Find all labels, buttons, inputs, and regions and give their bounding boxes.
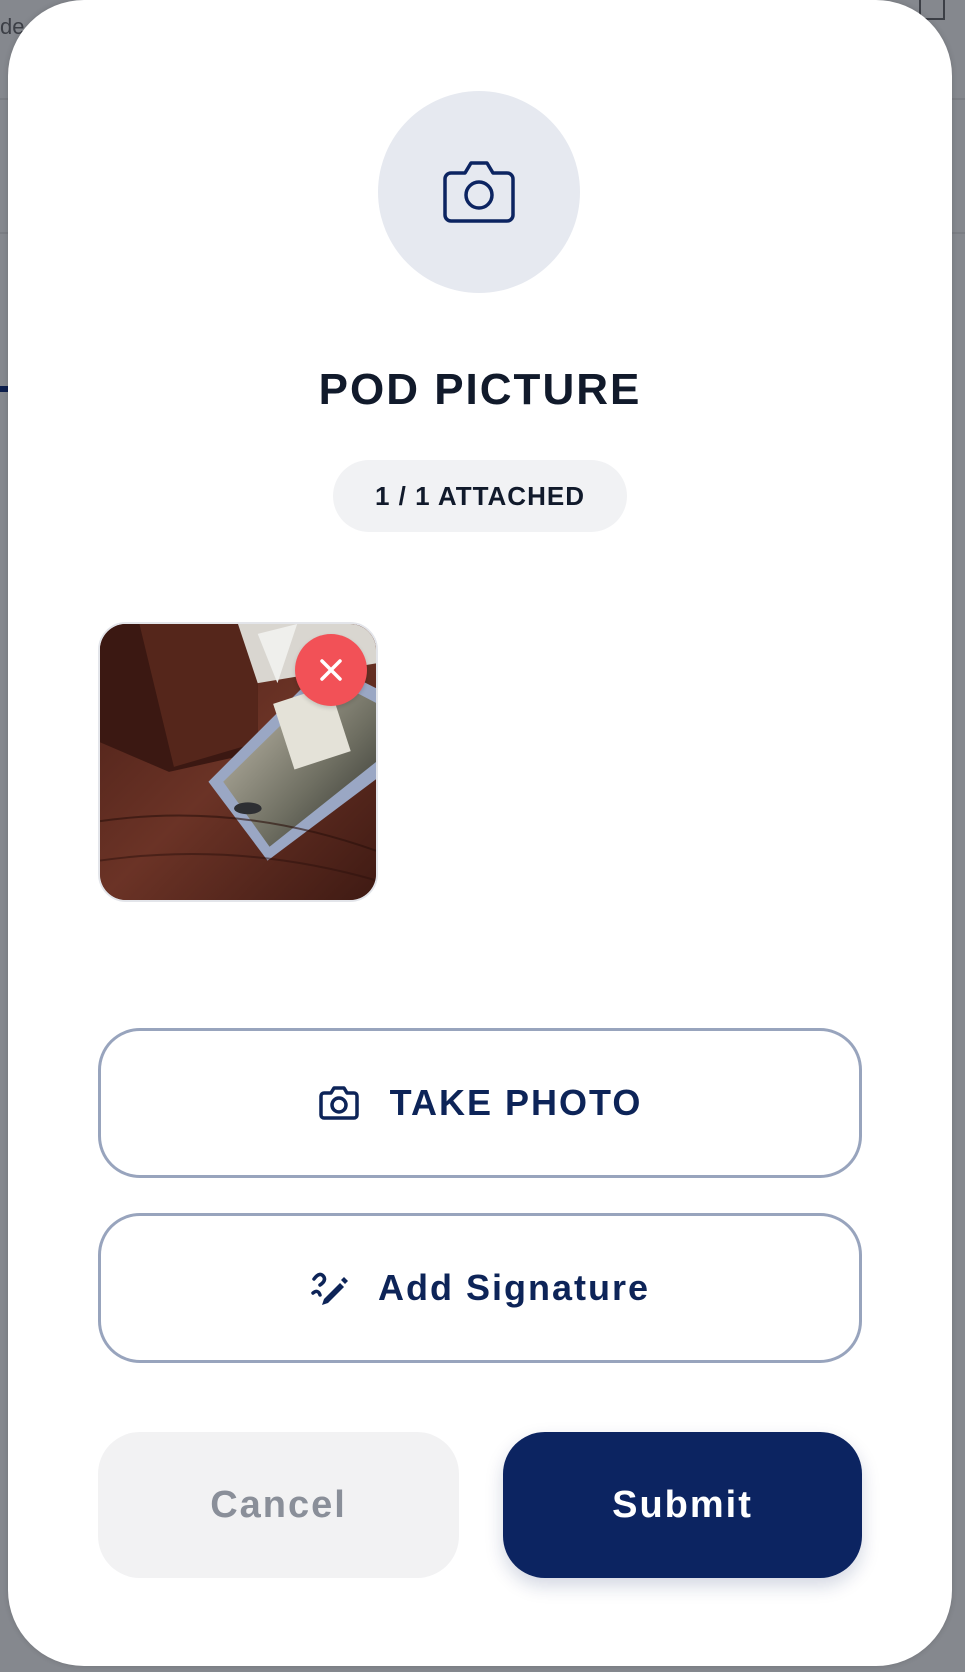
- submit-button[interactable]: Submit: [503, 1432, 862, 1578]
- add-signature-label: Add Signature: [377, 1267, 650, 1308]
- add-signature-button[interactable]: Add Signature: [98, 1213, 862, 1363]
- pod-picture-dialog: POD PICTURE 1 / 1 ATTACHED TAKE PHOTO Ad…: [8, 0, 952, 1666]
- camera-icon: [443, 161, 515, 223]
- camera-icon: [318, 1085, 360, 1121]
- take-photo-label: TAKE PHOTO: [389, 1082, 643, 1123]
- dialog-title: POD PICTURE: [318, 365, 642, 414]
- signature-pen-icon: [310, 1269, 348, 1307]
- attached-count-badge: 1 / 1 ATTACHED: [333, 460, 627, 532]
- remove-photo-button[interactable]: [295, 634, 367, 706]
- take-photo-button[interactable]: TAKE PHOTO: [98, 1028, 862, 1178]
- close-icon: [320, 659, 342, 681]
- cancel-button[interactable]: Cancel: [98, 1432, 459, 1578]
- header-icon-circle: [378, 91, 580, 293]
